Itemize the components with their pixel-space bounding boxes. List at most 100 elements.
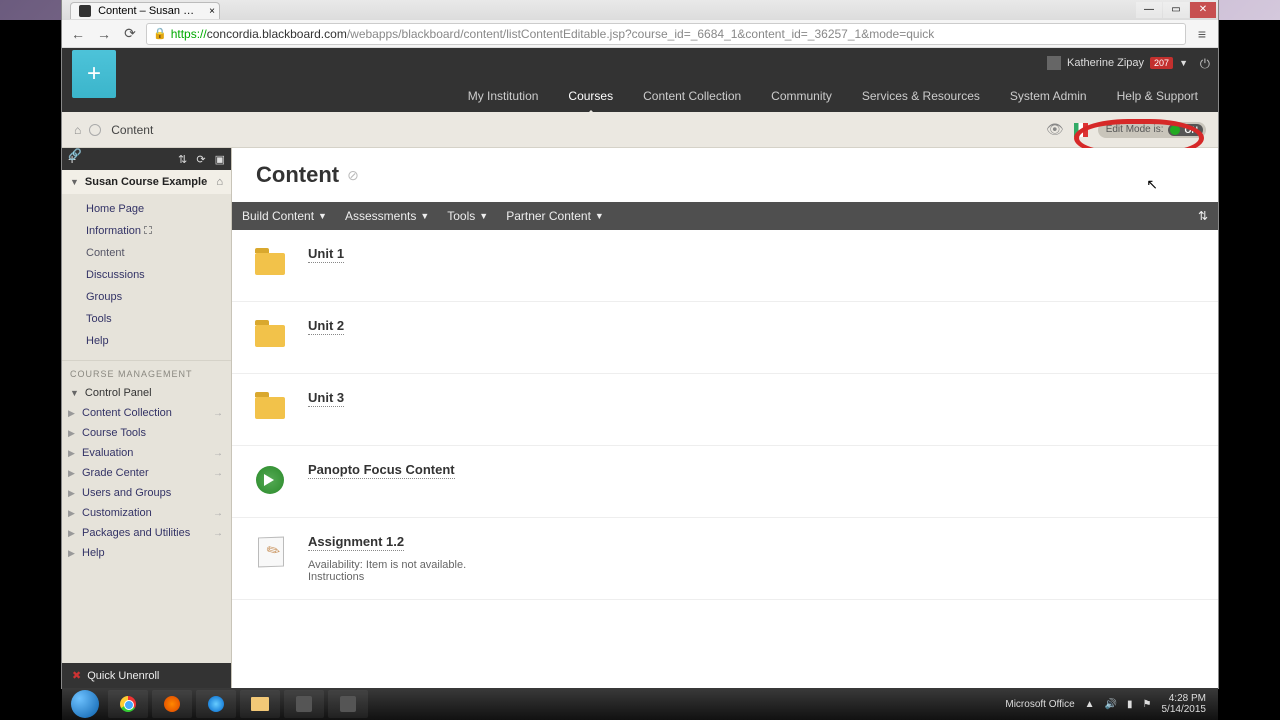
- reorder-button[interactable]: ⇅: [1198, 209, 1208, 223]
- content-item[interactable]: Unit 1: [232, 230, 1218, 302]
- back-button[interactable]: ←: [68, 24, 88, 44]
- taskbar-clock[interactable]: 4:28 PM 5/14/2015: [1162, 693, 1207, 715]
- home-icon[interactable]: ⌂: [74, 123, 81, 137]
- nav-my-institution[interactable]: My Institution: [468, 89, 539, 109]
- nav-courses[interactable]: Courses: [568, 89, 613, 109]
- collapse-icon: ▼: [70, 388, 79, 398]
- chevron-down-icon: ▼: [420, 211, 429, 221]
- logout-button[interactable]: ⏻: [1200, 56, 1210, 72]
- menu-groups[interactable]: Groups: [62, 286, 231, 308]
- lock-icon: 🔒: [153, 27, 167, 40]
- url-host: concordia.blackboard.com: [207, 27, 347, 41]
- browser-tab[interactable]: Content – Susan Course E ×: [70, 2, 220, 19]
- reload-button[interactable]: ⟳: [120, 24, 140, 44]
- taskbar-chrome[interactable]: [108, 690, 148, 718]
- taskbar-ie[interactable]: [196, 690, 236, 718]
- tray-app-label[interactable]: Microsoft Office: [1005, 699, 1074, 710]
- menu-discussions[interactable]: Discussions: [62, 264, 231, 286]
- cp-customization[interactable]: ▶Customization→: [62, 503, 231, 523]
- sidebar-reorder-button[interactable]: ⇅: [178, 154, 187, 166]
- favicon-icon: [79, 5, 91, 17]
- taskbar-firefox[interactable]: [152, 690, 192, 718]
- quick-unenroll-button[interactable]: ✖ Quick Unenroll: [62, 663, 231, 688]
- cp-packages-utilities[interactable]: ▶Packages and Utilities→: [62, 523, 231, 543]
- cp-grade-center[interactable]: ▶Grade Center→: [62, 463, 231, 483]
- course-theme-button[interactable]: [1074, 123, 1088, 137]
- chevron-down-icon: ▼: [479, 211, 488, 221]
- nav-services-resources[interactable]: Services & Resources: [862, 89, 980, 109]
- forward-button[interactable]: →: [94, 24, 114, 44]
- control-panel-menu: ▶Content Collection→ ▶Course Tools ▶Eval…: [62, 403, 231, 563]
- build-content-menu[interactable]: Build Content▼: [242, 209, 327, 223]
- permalink-icon[interactable]: 🔗: [68, 148, 82, 161]
- window-maximize-button[interactable]: ▭: [1163, 2, 1189, 18]
- student-preview-button[interactable]: 👁: [1046, 121, 1064, 138]
- tray-network-icon[interactable]: ▮: [1127, 699, 1133, 710]
- address-bar[interactable]: 🔒 https://concordia.blackboard.com/webap…: [146, 23, 1186, 45]
- sidebar-folder-button[interactable]: ▣: [215, 154, 225, 166]
- cp-help[interactable]: ▶Help: [62, 543, 231, 563]
- notification-badge: 207: [1150, 57, 1173, 69]
- content-item[interactable]: Assignment 1.2 Availability: Item is not…: [232, 518, 1218, 600]
- tray-action-center-icon[interactable]: ⚑: [1143, 699, 1152, 710]
- blackboard-app: + Katherine Zipay 207 ▼ ⏻ My Institution…: [62, 48, 1218, 688]
- control-panel-title[interactable]: ▼ Control Panel: [62, 383, 231, 403]
- content-item[interactable]: Unit 3: [232, 374, 1218, 446]
- content-item[interactable]: Panopto Focus Content: [232, 446, 1218, 518]
- cp-course-tools[interactable]: ▶Course Tools: [62, 423, 231, 443]
- add-module-button[interactable]: +: [72, 50, 116, 98]
- go-icon[interactable]: →: [213, 528, 223, 539]
- menu-home-page[interactable]: Home Page: [62, 198, 231, 220]
- chrome-menu-button[interactable]: ≡: [1192, 26, 1212, 42]
- menu-content[interactable]: Content: [62, 242, 231, 264]
- browser-toolbar: ← → ⟳ 🔒 https://concordia.blackboard.com…: [62, 20, 1218, 48]
- partner-content-menu[interactable]: Partner Content▼: [506, 209, 604, 223]
- user-menu[interactable]: Katherine Zipay 207 ▼: [1047, 56, 1188, 70]
- content-item-title[interactable]: Assignment 1.2: [308, 534, 404, 551]
- tray-volume-icon[interactable]: 🔊: [1105, 699, 1117, 710]
- expand-icon: ▶: [68, 528, 75, 539]
- page-title: Content: [256, 162, 339, 188]
- menu-information[interactable]: Information: [62, 220, 231, 242]
- content-item-title[interactable]: Unit 2: [308, 318, 344, 335]
- course-home-icon[interactable]: ⌂: [216, 176, 223, 188]
- go-icon[interactable]: →: [213, 408, 223, 419]
- page-options-icon[interactable]: ⊘: [347, 167, 359, 184]
- tab-close-icon[interactable]: ×: [209, 6, 215, 17]
- expand-icon: ▶: [68, 508, 75, 519]
- cp-users-groups[interactable]: ▶Users and Groups: [62, 483, 231, 503]
- window-close-button[interactable]: ✕: [1190, 2, 1216, 18]
- edit-mode-toggle[interactable]: Edit Mode is: ON: [1098, 122, 1206, 138]
- content-item[interactable]: Unit 2: [232, 302, 1218, 374]
- window-minimize-button[interactable]: —: [1136, 2, 1162, 18]
- taskbar-app1[interactable]: [284, 690, 324, 718]
- content-item-title[interactable]: Panopto Focus Content: [308, 462, 455, 479]
- tray-expand-icon[interactable]: ▲: [1085, 699, 1095, 710]
- content-item-title[interactable]: Unit 3: [308, 390, 344, 407]
- nav-system-admin[interactable]: System Admin: [1010, 89, 1087, 109]
- cp-content-collection[interactable]: ▶Content Collection→: [62, 403, 231, 423]
- course-title[interactable]: ▼ Susan Course Example ⌂: [62, 170, 231, 194]
- nav-help-support[interactable]: Help & Support: [1117, 89, 1198, 109]
- content-item-title[interactable]: Unit 1: [308, 246, 344, 263]
- main-content: Content ⊘ Build Content▼ Assessments▼ To…: [232, 148, 1218, 688]
- nav-content-collection[interactable]: Content Collection: [643, 89, 741, 109]
- tools-menu[interactable]: Tools▼: [447, 209, 488, 223]
- cp-evaluation[interactable]: ▶Evaluation→: [62, 443, 231, 463]
- sidebar-refresh-button[interactable]: ⟳: [196, 154, 205, 166]
- assessments-menu[interactable]: Assessments▼: [345, 209, 429, 223]
- assignment-icon: [255, 537, 285, 567]
- go-icon[interactable]: →: [213, 508, 223, 519]
- nav-community[interactable]: Community: [771, 89, 832, 109]
- course-management-header: COURSE MANAGEMENT: [62, 360, 231, 383]
- app-icon: [340, 696, 356, 712]
- taskbar-explorer[interactable]: [240, 690, 280, 718]
- top-nav: My Institution Courses Content Collectio…: [468, 86, 1198, 112]
- go-icon[interactable]: →: [213, 448, 223, 459]
- menu-tools[interactable]: Tools: [62, 308, 231, 330]
- ie-icon: [208, 696, 224, 712]
- taskbar-app2[interactable]: [328, 690, 368, 718]
- start-button[interactable]: [66, 689, 104, 719]
- menu-help[interactable]: Help: [62, 330, 231, 352]
- go-icon[interactable]: →: [213, 468, 223, 479]
